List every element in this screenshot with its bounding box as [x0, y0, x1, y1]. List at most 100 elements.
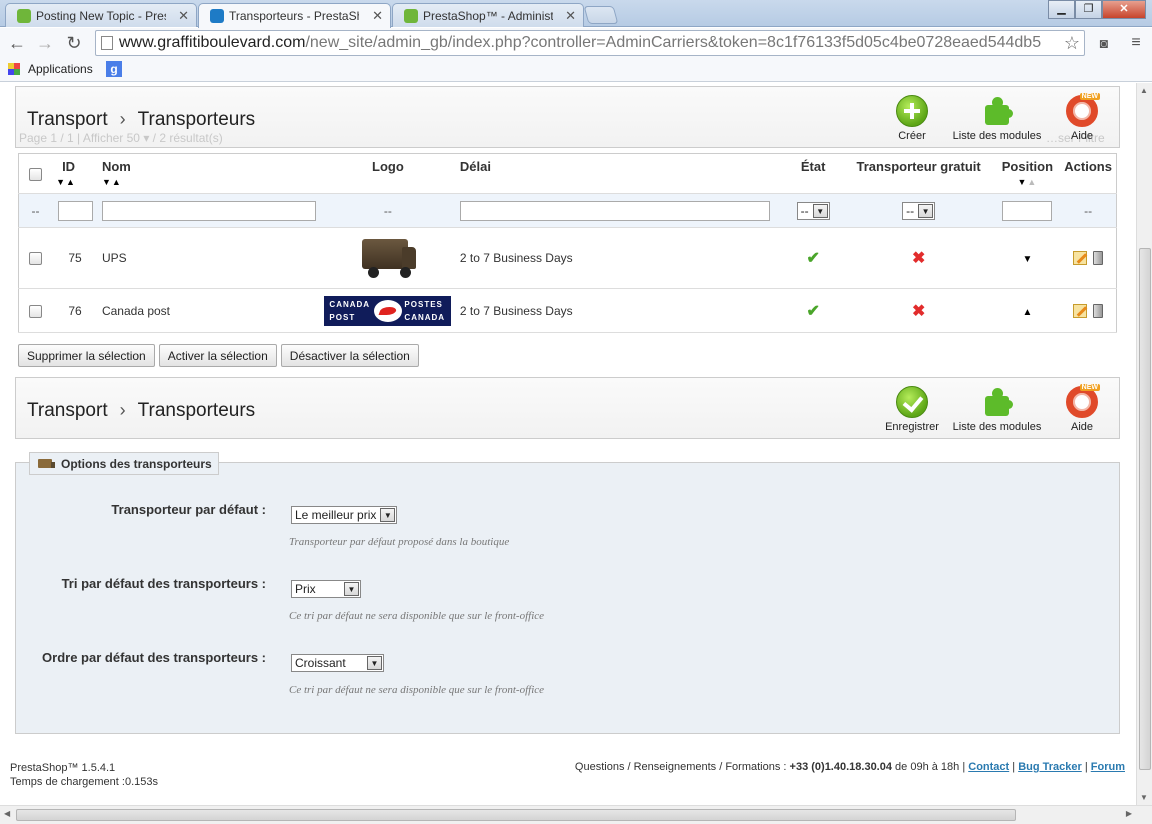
- help-label: Aide: [1070, 421, 1094, 433]
- create-button[interactable]: Créer: [884, 95, 940, 142]
- delete-selection-button[interactable]: Supprimer la sélection: [18, 344, 155, 367]
- disabled-cross-icon[interactable]: ✖: [912, 303, 925, 320]
- footer-hours: de 09h à 18h |: [891, 761, 969, 773]
- help-button[interactable]: NEW Aide: [1059, 93, 1105, 142]
- module-list-button[interactable]: Liste des modules: [951, 95, 1043, 142]
- default-sort-select[interactable]: Prix ▼: [291, 580, 361, 598]
- close-window-button[interactable]: ✕: [1102, 0, 1146, 19]
- table-row[interactable]: 75 UPS 2 to 7 Business Days ✔ ✖ ▼: [18, 227, 1117, 289]
- breadcrumb-section[interactable]: Transport: [27, 400, 108, 421]
- bookmarks-bar: Applications g: [0, 58, 1152, 82]
- close-tab-icon[interactable]: ✕: [178, 8, 189, 24]
- back-icon[interactable]: ←: [6, 32, 28, 54]
- puzzle-icon: [981, 95, 1013, 127]
- google-bookmark-icon[interactable]: g: [106, 61, 122, 77]
- filter-delay-input[interactable]: [459, 200, 770, 221]
- new-tab-button[interactable]: [583, 6, 619, 24]
- enabled-check-icon[interactable]: ✔: [806, 250, 819, 267]
- footer-load-time: Temps de chargement :0.153s: [10, 776, 158, 788]
- browser-tab-2[interactable]: Transporteurs - PrestaSho ✕: [198, 3, 391, 28]
- vertical-scrollbar[interactable]: ▲ ▼: [1136, 83, 1152, 805]
- option-hint: Ce tri par défaut ne sera disponible que…: [289, 610, 545, 622]
- module-list-label: Liste des modules: [952, 421, 1042, 433]
- bookmark-applications[interactable]: Applications: [28, 62, 93, 76]
- filter-row: -- -- -- ▼ -- ▼ --: [18, 193, 1117, 228]
- chevron-down-icon: ▼: [380, 508, 396, 522]
- column-name: Nom ▼▲: [97, 153, 320, 194]
- sort-arrows-icon[interactable]: ▼▲: [102, 177, 316, 187]
- url-path: /new_site/admin_gb/index.php?controller=…: [305, 34, 1042, 51]
- filter-name-input[interactable]: [101, 200, 316, 221]
- table-row[interactable]: 76 Canada post CANADA POST POSTES CANADA…: [18, 288, 1117, 333]
- filter-position-input[interactable]: [1002, 200, 1053, 221]
- row-checkbox[interactable]: [29, 252, 43, 266]
- delete-icon[interactable]: [1093, 303, 1104, 318]
- footer-info-prefix: Questions / Renseignements / Formations …: [574, 761, 790, 773]
- bulk-actions: Supprimer la sélection Activer la sélect…: [18, 344, 423, 367]
- horizontal-scrollbar[interactable]: ◀ ▶: [0, 805, 1152, 824]
- chevron-down-icon: ▼: [344, 582, 359, 596]
- bookmark-star-icon[interactable]: ☆: [1064, 33, 1080, 54]
- default-order-select[interactable]: Croissant ▼: [291, 654, 384, 672]
- browser-tab-bar: Posting New Topic - Prest ✕ Transporteur…: [0, 0, 1152, 28]
- scroll-up-icon[interactable]: ▲: [1140, 86, 1148, 95]
- breadcrumb-section[interactable]: Transport: [27, 109, 108, 130]
- favicon-icon: [17, 9, 31, 23]
- save-button[interactable]: Enregistrer: [878, 386, 946, 433]
- apps-icon[interactable]: [8, 63, 20, 75]
- scroll-thumb[interactable]: [16, 809, 1016, 821]
- footer-forum-link[interactable]: Forum: [1091, 761, 1125, 773]
- move-down-icon[interactable]: ▼: [1022, 254, 1032, 265]
- filter-free-select[interactable]: -- ▼: [902, 201, 936, 220]
- move-up-icon[interactable]: ▲: [1022, 307, 1032, 318]
- address-bar[interactable]: www.graffitiboulevard.com/new_site/admin…: [95, 30, 1085, 56]
- scroll-down-icon[interactable]: ▼: [1140, 793, 1148, 802]
- page-header-bottom: Transport › Transporteurs Enregistrer List…: [15, 377, 1120, 439]
- breadcrumb: Transport › Transporteurs: [27, 109, 255, 131]
- select-all-checkbox[interactable]: [29, 168, 43, 182]
- minimize-button[interactable]: ▁: [1048, 0, 1075, 19]
- maximize-button[interactable]: ❐: [1075, 0, 1102, 19]
- browser-tab-1[interactable]: Posting New Topic - Prest ✕: [5, 3, 197, 27]
- disabled-cross-icon[interactable]: ✖: [912, 250, 925, 267]
- column-position: Position ▼▲: [994, 153, 1061, 194]
- lifebuoy-icon: NEW: [1066, 384, 1100, 418]
- carriers-table: ID ▼▲ Nom ▼▲ Logo Délai État Transporteur …: [18, 153, 1117, 333]
- enabled-check-icon[interactable]: ✔: [806, 303, 819, 320]
- filter-id-input[interactable]: [57, 200, 93, 221]
- lifebuoy-icon: NEW: [1066, 93, 1100, 127]
- disable-selection-button[interactable]: Désactiver la sélection: [280, 344, 419, 367]
- close-tab-icon[interactable]: ✕: [372, 8, 383, 24]
- table-header-row: ID ▼▲ Nom ▼▲ Logo Délai État Transporteur …: [18, 153, 1117, 194]
- close-tab-icon[interactable]: ✕: [565, 8, 576, 24]
- footer-bug-tracker-link[interactable]: Bug Tracker: [1018, 761, 1082, 773]
- default-carrier-select[interactable]: Le meilleur prix ▼: [291, 506, 398, 524]
- scroll-thumb[interactable]: [1139, 248, 1151, 770]
- filter-state-select[interactable]: -- ▼: [796, 201, 830, 220]
- edit-icon[interactable]: [1073, 303, 1088, 318]
- carrier-logo-cell: [319, 227, 456, 289]
- reload-icon[interactable]: ↻: [63, 32, 85, 54]
- help-button[interactable]: NEW Aide: [1059, 384, 1105, 433]
- scroll-right-icon[interactable]: ▶: [1126, 809, 1132, 818]
- filter-dash: --: [18, 193, 53, 228]
- browser-tab-3[interactable]: PrestaShop™ - Administra ✕: [392, 3, 584, 27]
- delete-icon[interactable]: [1093, 251, 1104, 266]
- select-value: Le meilleur prix: [295, 508, 377, 522]
- enable-selection-button[interactable]: Activer la sélection: [158, 344, 277, 367]
- edit-icon[interactable]: [1073, 251, 1088, 266]
- forward-icon[interactable]: →: [34, 32, 56, 54]
- sort-arrows-icon[interactable]: ▼▲: [56, 177, 94, 187]
- option-hint: Transporteur par défaut proposé dans la …: [289, 536, 510, 548]
- module-list-label: Liste des modules: [952, 130, 1042, 142]
- footer-links: Questions / Renseignements / Formations …: [574, 761, 1125, 773]
- scroll-left-icon[interactable]: ◀: [4, 809, 10, 818]
- row-checkbox[interactable]: [29, 304, 43, 318]
- sort-arrows-icon[interactable]: ▼▲: [999, 177, 1057, 187]
- menu-icon[interactable]: ≡: [1125, 32, 1147, 54]
- extension-icon[interactable]: ◙: [1093, 32, 1115, 54]
- favicon-icon: [404, 9, 418, 23]
- column-free: Transporteur gratuit: [842, 153, 995, 194]
- footer-contact-link[interactable]: Contact: [968, 761, 1009, 773]
- module-list-button[interactable]: Liste des modules: [951, 386, 1043, 433]
